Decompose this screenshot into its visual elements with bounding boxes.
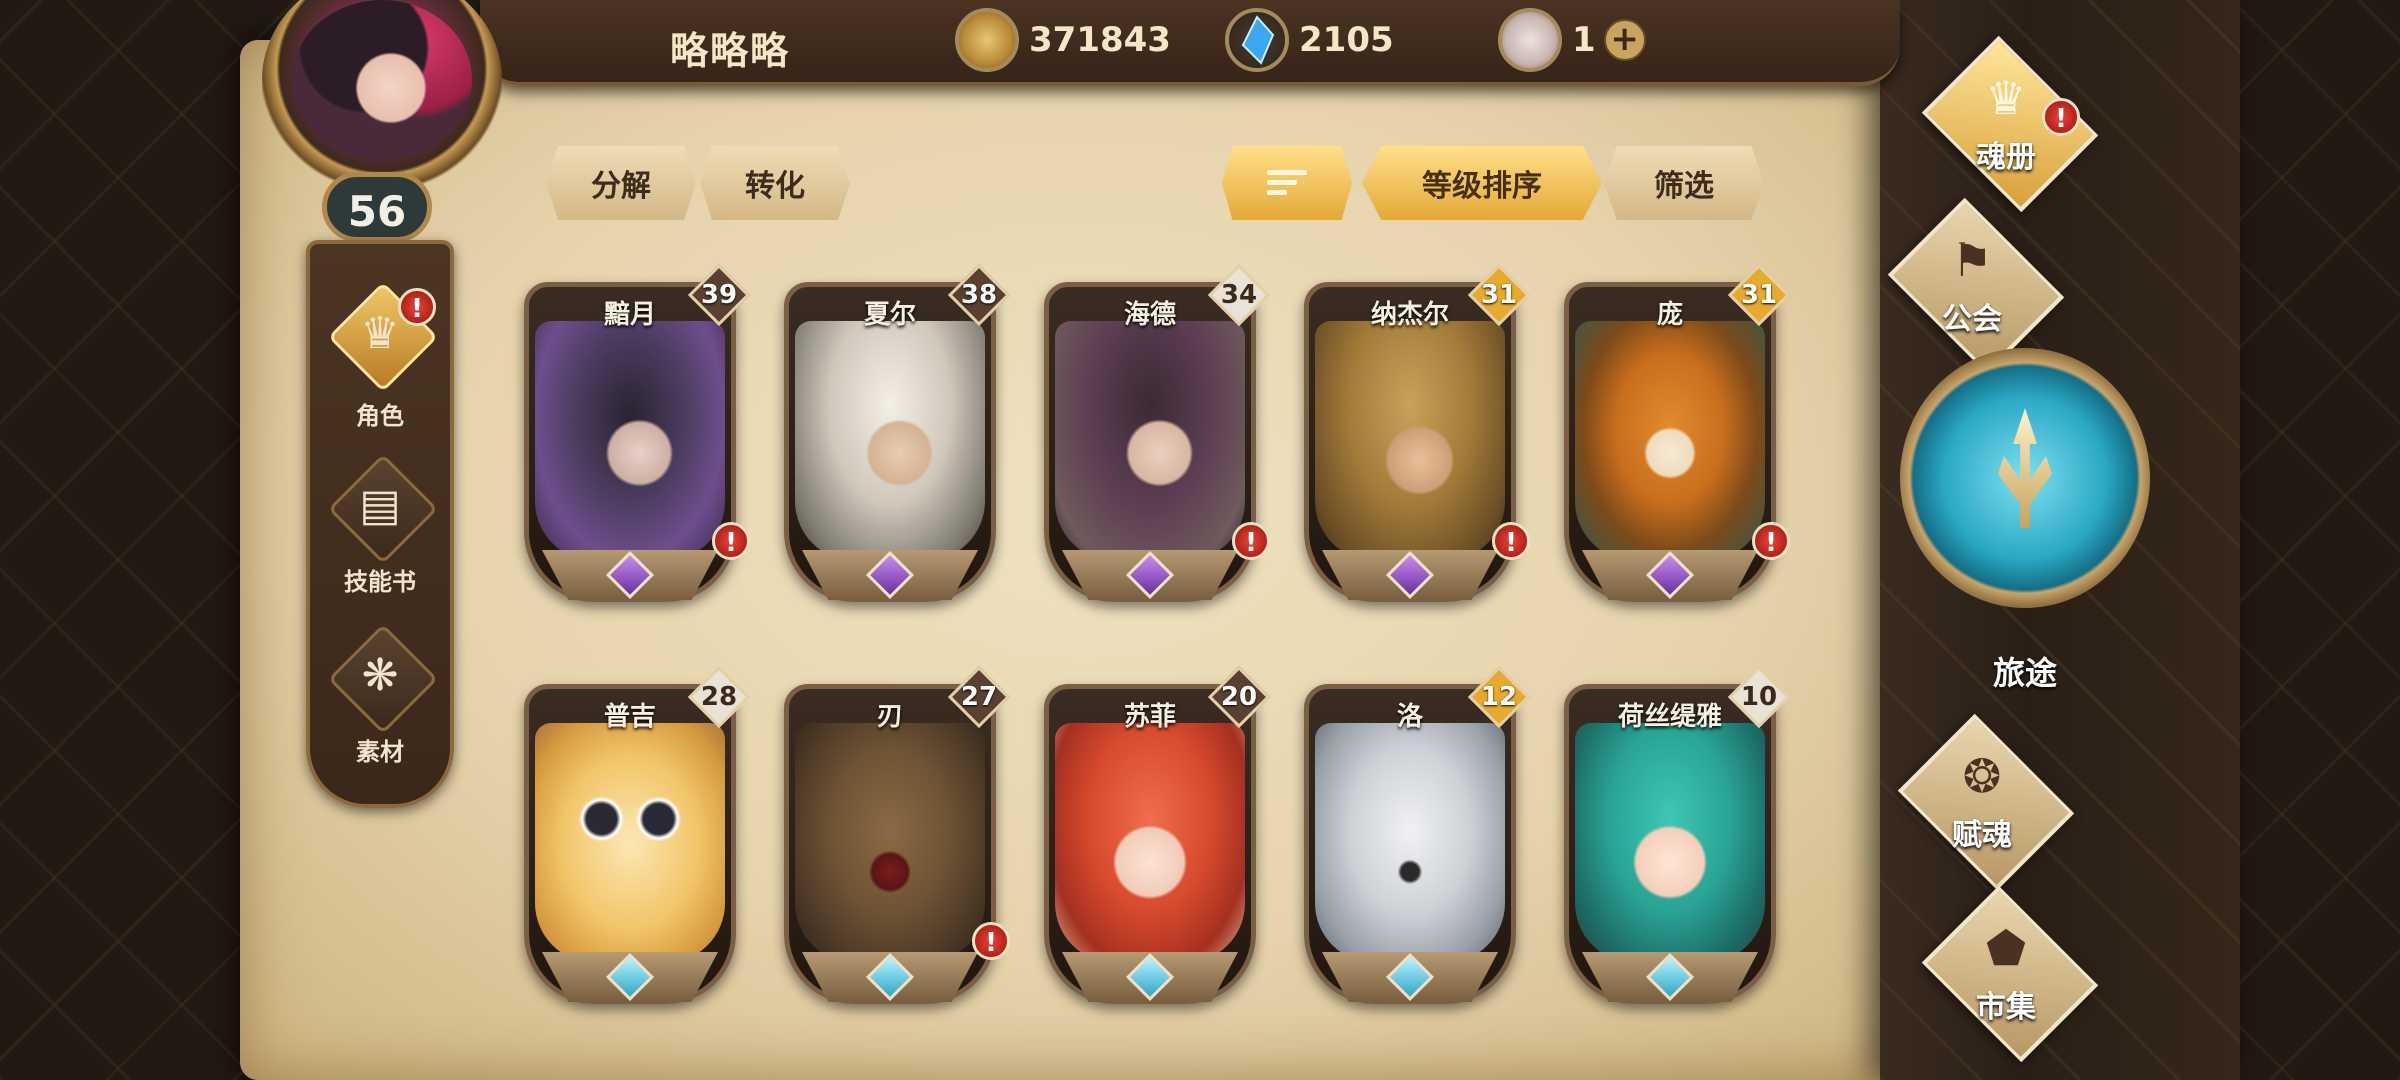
hero-level-badge: 38 [947, 263, 1011, 327]
alert-badge: ! [2042, 98, 2080, 136]
top-bar: 略略略 371843 2105 1 + [480, 0, 1900, 86]
hero-portrait [1575, 723, 1765, 963]
hero-level-badge: 12 [1467, 665, 1531, 729]
guild-button[interactable]: ⚑ 公会 [1872, 197, 2072, 375]
player-avatar[interactable] [262, 0, 502, 200]
hero-portrait [1315, 723, 1505, 963]
side-nav: ♛ 角色 ! ▤ 技能书 ❋ 素材 [306, 240, 454, 808]
crystal-currency: 2105 [1225, 8, 1394, 72]
hero-card-luo[interactable]: 洛 12 [1304, 665, 1531, 1024]
hero-card-dark-moon[interactable]: 黯月 39 ! [524, 263, 751, 622]
hero-portrait [1315, 321, 1505, 561]
hero-portrait [535, 723, 725, 963]
hero-portrait [1575, 321, 1765, 561]
blue-crystal-icon [1225, 8, 1289, 72]
hero-portrait [1055, 723, 1245, 963]
player-level-badge: 56 [322, 172, 432, 242]
hero-level-badge: 34 [1207, 263, 1271, 327]
side-nav-item-skill-book[interactable]: ▤ 技能书 [310, 450, 450, 610]
hero-card-najel[interactable]: 纳杰尔 31 ! [1304, 263, 1531, 622]
add-currency-button[interactable]: + [1603, 19, 1646, 61]
hero-level-badge: 20 [1207, 665, 1271, 729]
journey-label: 旅途 [1992, 654, 2057, 692]
skill-book-icon: ▤ [359, 480, 401, 531]
crystal-value: 2105 [1299, 20, 1394, 60]
alert-badge: ! [1492, 522, 1530, 560]
side-nav-item-material[interactable]: ❋ 素材 [310, 620, 450, 780]
material-icon: ❋ [361, 650, 399, 701]
pink-crystal-icon [1498, 8, 1562, 72]
decompose-button[interactable]: 分解 [546, 146, 696, 220]
guild-label: 公会 [1942, 302, 2002, 337]
guild-flag-icon: ⚑ [1951, 233, 1993, 287]
side-nav-label: 角色 [356, 402, 404, 430]
player-name: 略略略 [670, 29, 791, 73]
pink-crystal-value: 1 [1572, 20, 1596, 60]
avatar-portrait [292, 0, 472, 160]
side-nav-label: 素材 [356, 738, 404, 766]
filter-button[interactable]: 筛选 [1604, 146, 1764, 220]
sort-order-button[interactable] [1222, 146, 1352, 220]
pink-crystal-currency: 1 + [1498, 8, 1646, 72]
alert-badge: ! [1232, 522, 1270, 560]
hero-portrait [535, 321, 725, 561]
alert-badge: ! [712, 522, 750, 560]
hero-portrait [795, 321, 985, 561]
hero-card-puji[interactable]: 普吉 28 [524, 665, 751, 1024]
hero-level-badge: 10 [1727, 665, 1791, 729]
hero-level-badge: 28 [687, 665, 751, 729]
hero-level-badge: 39 [687, 263, 751, 327]
alert-badge: ! [1752, 522, 1790, 560]
market-button[interactable]: ⬟ 市集 [1906, 885, 2106, 1063]
soul-imbue-button[interactable]: ❂ 赋魂 [1882, 713, 2082, 891]
hero-card-ren[interactable]: 刃 27 ! [784, 665, 1011, 1024]
market-label: 市集 [1976, 990, 2036, 1025]
gold-currency: 371843 [955, 8, 1171, 72]
convert-button[interactable]: 转化 [700, 146, 850, 220]
hero-portrait [1055, 321, 1245, 561]
hero-card-pang[interactable]: 庞 31 ! [1564, 263, 1791, 622]
alert-badge: ! [972, 922, 1010, 960]
sort-lines-icon [1267, 168, 1307, 198]
gold-value: 371843 [1029, 20, 1171, 60]
gem-icon: ⬟ [1986, 921, 2026, 975]
hero-level-badge: 27 [947, 665, 1011, 729]
side-nav-label: 技能书 [344, 568, 416, 596]
journey-button[interactable]: 旅途 [1900, 348, 2160, 698]
hero-portrait [795, 723, 985, 963]
hero-card-hyde[interactable]: 海德 34 ! [1044, 263, 1271, 622]
alert-badge: ! [398, 288, 436, 326]
hero-level-badge: 31 [1727, 263, 1791, 327]
hero-level-badge: 31 [1467, 263, 1531, 327]
flame-swirl-icon: ❂ [1962, 749, 2002, 803]
side-nav-item-character[interactable]: ♛ 角色 ! [310, 278, 450, 438]
hero-card-sophie[interactable]: 苏菲 20 [1044, 665, 1271, 1024]
soul-book-button[interactable]: ♛ 魂册 ! [1906, 35, 2106, 213]
hero-card-char[interactable]: 夏尔 38 [784, 263, 1011, 622]
gold-coin-icon [955, 8, 1019, 72]
soul-book-label: 魂册 [1976, 140, 2036, 175]
soul-imbue-label: 赋魂 [1952, 818, 2012, 853]
soul-book-icon: ♛ [1985, 71, 2027, 125]
hero-card-hestia[interactable]: 荷丝缇雅 10 [1564, 665, 1791, 1024]
sort-by-level-button[interactable]: 等级排序 [1362, 146, 1602, 220]
